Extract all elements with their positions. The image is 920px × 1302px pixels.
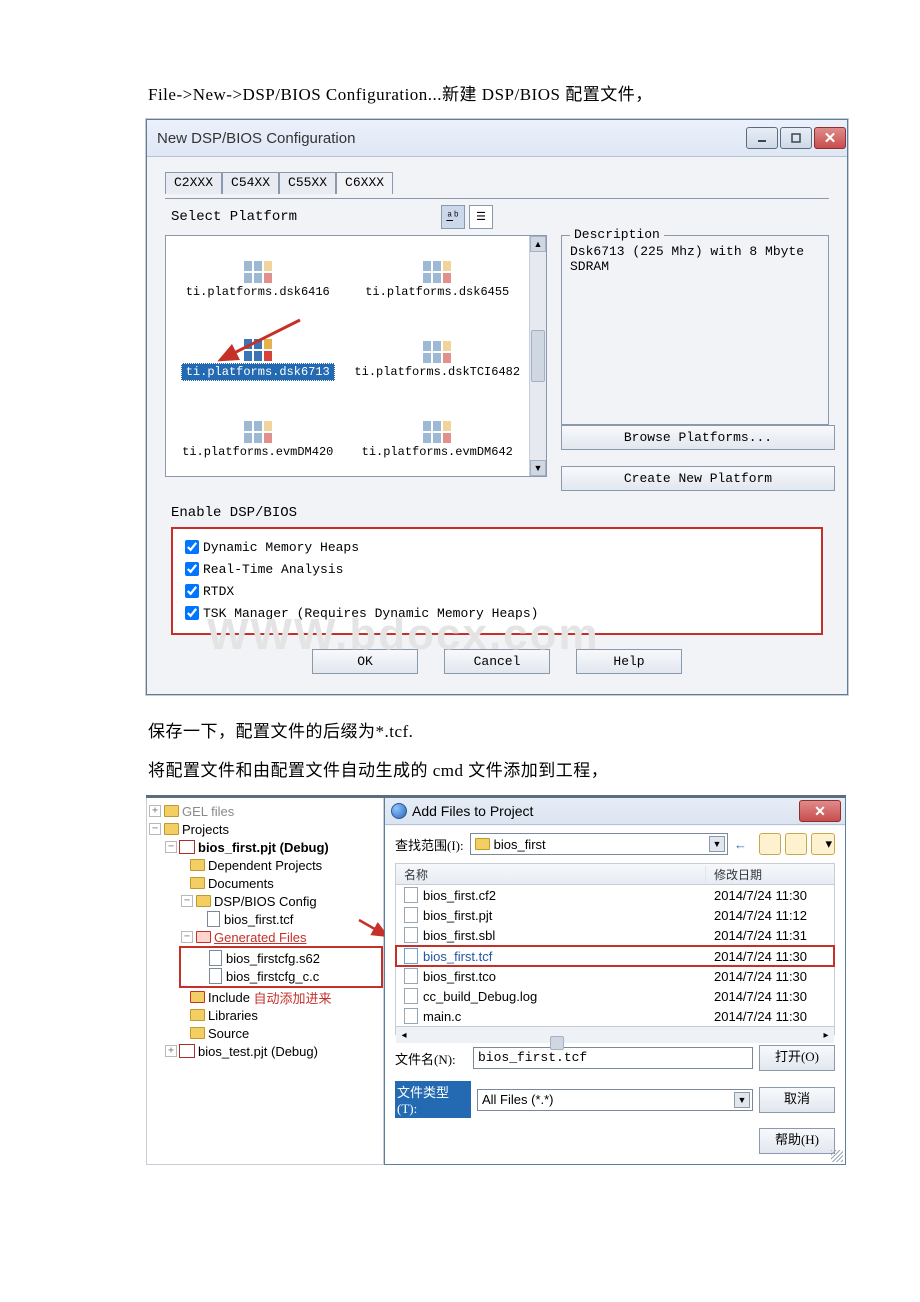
tab-c2xxx[interactable]: C2XXX <box>165 172 222 194</box>
file-row[interactable]: bios_first.sbl2014/7/24 11:31 <box>396 925 834 945</box>
look-in-label: 查找范围(I): <box>395 835 464 854</box>
tree-project-bios-first[interactable]: bios_first.pjt (Debug) <box>198 840 329 855</box>
tree-bios-first-tcf[interactable]: bios_first.tcf <box>224 912 293 927</box>
filetype-dropdown[interactable]: All Files (*.*) ▼ <box>477 1089 753 1111</box>
scroll-thumb[interactable] <box>531 330 545 382</box>
file-icon <box>404 948 418 964</box>
filename-input[interactable]: bios_first.tcf <box>473 1047 753 1069</box>
filename-label: 文件名(N): <box>395 1049 467 1068</box>
description-text: Dsk6713 (225 Mhz) with 8 Mbyte SDRAM <box>570 244 820 274</box>
tab-c55xx[interactable]: C55XX <box>279 172 336 194</box>
col-name[interactable]: 名称 <box>396 866 706 883</box>
description-group: Description Dsk6713 (225 Mhz) with 8 Mby… <box>561 235 829 425</box>
view-menu-icon[interactable]: ▾ <box>811 833 835 855</box>
tree-dsp-bios-config[interactable]: DSP/BIOS Config <box>214 894 317 909</box>
file-row[interactable]: bios_first.tco2014/7/24 11:30 <box>396 966 834 986</box>
help-button[interactable]: 帮助(H) <box>759 1128 835 1154</box>
chevron-down-icon[interactable]: ▼ <box>734 1092 750 1108</box>
annotation-auto-added: 自动添加进来 <box>254 988 332 1007</box>
file-list[interactable]: 名称 修改日期 bios_first.cf22014/7/24 11:30bio… <box>395 863 835 1035</box>
description-label: Description <box>570 227 664 242</box>
check-real-time-analysis[interactable]: Real-Time Analysis <box>181 559 813 579</box>
file-row[interactable]: main.c2014/7/24 11:30 <box>396 1006 834 1026</box>
view-list-button[interactable]: ☰ <box>469 205 493 229</box>
platform-item-dsk6416[interactable]: ti.platforms.dsk6416 <box>168 240 348 320</box>
file-icon <box>404 1008 418 1024</box>
check-dynamic-memory-heaps[interactable]: Dynamic Memory Heaps <box>181 537 813 557</box>
resize-grip-icon[interactable] <box>831 1150 843 1162</box>
app-icon <box>391 803 407 819</box>
tree-collapse-icon[interactable]: − <box>149 823 161 835</box>
filetype-label: 文件类型(T): <box>395 1081 471 1118</box>
close-button[interactable]: ✕ <box>814 127 846 149</box>
file-icon <box>404 968 418 984</box>
platform-item-evmdm420[interactable]: ti.platforms.evmDM420 <box>168 400 348 477</box>
cancel-button[interactable]: Cancel <box>444 649 550 674</box>
tree-source[interactable]: Source <box>208 1026 249 1041</box>
platform-scrollbar[interactable]: ▲ ▼ <box>529 236 546 476</box>
open-button[interactable]: 打开(O) <box>759 1045 835 1071</box>
enable-options-group: Dynamic Memory Heaps Real-Time Analysis … <box>171 527 823 635</box>
file-icon <box>404 887 418 903</box>
platform-list[interactable]: ti.platforms.dsk6416 ti.platforms.dsk645… <box>165 235 547 477</box>
add-files-titlebar[interactable]: Add Files to Project ✕ <box>385 798 845 825</box>
tree-project-bios-test[interactable]: bios_test.pjt (Debug) <box>198 1044 318 1059</box>
enable-dsp-bios-label: Enable DSP/BIOS <box>171 505 297 521</box>
close-button[interactable]: ✕ <box>799 800 841 822</box>
browse-platforms-button[interactable]: Browse Platforms... <box>561 425 835 450</box>
check-tsk-manager[interactable]: TSK Manager (Requires Dynamic Memory Hea… <box>181 603 813 623</box>
ok-button[interactable]: OK <box>312 649 418 674</box>
dialog-titlebar[interactable]: New DSP/BIOS Configuration ✕ <box>147 120 847 157</box>
maximize-button[interactable] <box>780 127 812 149</box>
file-row[interactable]: bios_first.pjt2014/7/24 11:12 <box>396 905 834 925</box>
file-row[interactable]: cc_build_Debug.log2014/7/24 11:30 <box>396 986 834 1006</box>
check-rtdx[interactable]: RTDX <box>181 581 813 601</box>
cancel-button[interactable]: 取消 <box>759 1087 835 1113</box>
tree-documents[interactable]: Documents <box>208 876 274 891</box>
tree-dependent-projects[interactable]: Dependent Projects <box>208 858 322 873</box>
scroll-down-icon[interactable]: ▼ <box>530 460 546 476</box>
tab-c54xx[interactable]: C54XX <box>222 172 279 194</box>
file-row[interactable]: bios_first.cf22014/7/24 11:30 <box>396 885 834 905</box>
platform-item-dsk6713[interactable]: ti.platforms.dsk6713 <box>168 320 348 400</box>
tree-projects[interactable]: Projects <box>182 822 229 837</box>
chevron-down-icon[interactable]: ▼ <box>709 836 725 852</box>
help-button[interactable]: Help <box>576 649 682 674</box>
intro-text: File->New->DSP/BIOS Configuration...新建 D… <box>148 80 920 105</box>
new-dsp-bios-config-dialog: New DSP/BIOS Configuration ✕ C2XXX C54XX… <box>146 119 848 695</box>
tree-expand-icon[interactable]: + <box>149 805 161 817</box>
platform-item-evmdm642[interactable]: ti.platforms.evmDM642 <box>348 400 528 477</box>
horizontal-scrollbar[interactable]: ◂▸ <box>396 1026 834 1043</box>
add-files-dialog: Add Files to Project ✕ 查找范围(I): bios_fir… <box>384 798 846 1165</box>
tree-libraries[interactable]: Libraries <box>208 1008 258 1023</box>
tab-c6xxx[interactable]: C6XXX <box>336 172 393 194</box>
tree-bios-firstcfg-c[interactable]: bios_firstcfg_c.c <box>226 969 319 984</box>
platform-arch-tabs: C2XXX C54XX C55XX C6XXX <box>165 171 829 193</box>
new-folder-icon[interactable] <box>785 833 807 855</box>
scroll-up-icon[interactable]: ▲ <box>530 236 546 252</box>
add-files-title: Add Files to Project <box>412 803 533 819</box>
select-platform-label: Select Platform <box>171 209 441 225</box>
note-add-cmd: 将配置文件和由配置文件自动生成的 cmd 文件添加到工程， <box>148 756 920 781</box>
view-icons-button[interactable]: ᵃᵇ <box>441 205 465 229</box>
file-icon <box>404 988 418 1004</box>
tree-bios-firstcfg-s62[interactable]: bios_firstcfg.s62 <box>226 951 320 966</box>
platform-item-dsktci6482[interactable]: ti.platforms.dskTCI6482 <box>348 320 528 400</box>
file-row[interactable]: bios_first.tcf2014/7/24 11:30 <box>396 946 834 966</box>
tree-include[interactable]: Include <box>208 990 250 1005</box>
look-in-dropdown[interactable]: bios_first ▼ <box>470 833 728 855</box>
project-tree[interactable]: +GEL files −Projects −bios_first.pjt (De… <box>146 798 384 1165</box>
file-icon <box>404 927 418 943</box>
file-icon <box>404 907 418 923</box>
minimize-button[interactable] <box>746 127 778 149</box>
tree-generated-files[interactable]: Generated Files <box>214 930 307 945</box>
note-save-tcf: 保存一下，配置文件的后缀为*.tcf. <box>148 717 920 742</box>
create-new-platform-button[interactable]: Create New Platform <box>561 466 835 491</box>
platform-item-dsk6455[interactable]: ti.platforms.dsk6455 <box>348 240 528 320</box>
up-folder-icon[interactable] <box>759 833 781 855</box>
dialog-title: New DSP/BIOS Configuration <box>157 130 745 147</box>
col-date[interactable]: 修改日期 <box>706 866 834 883</box>
